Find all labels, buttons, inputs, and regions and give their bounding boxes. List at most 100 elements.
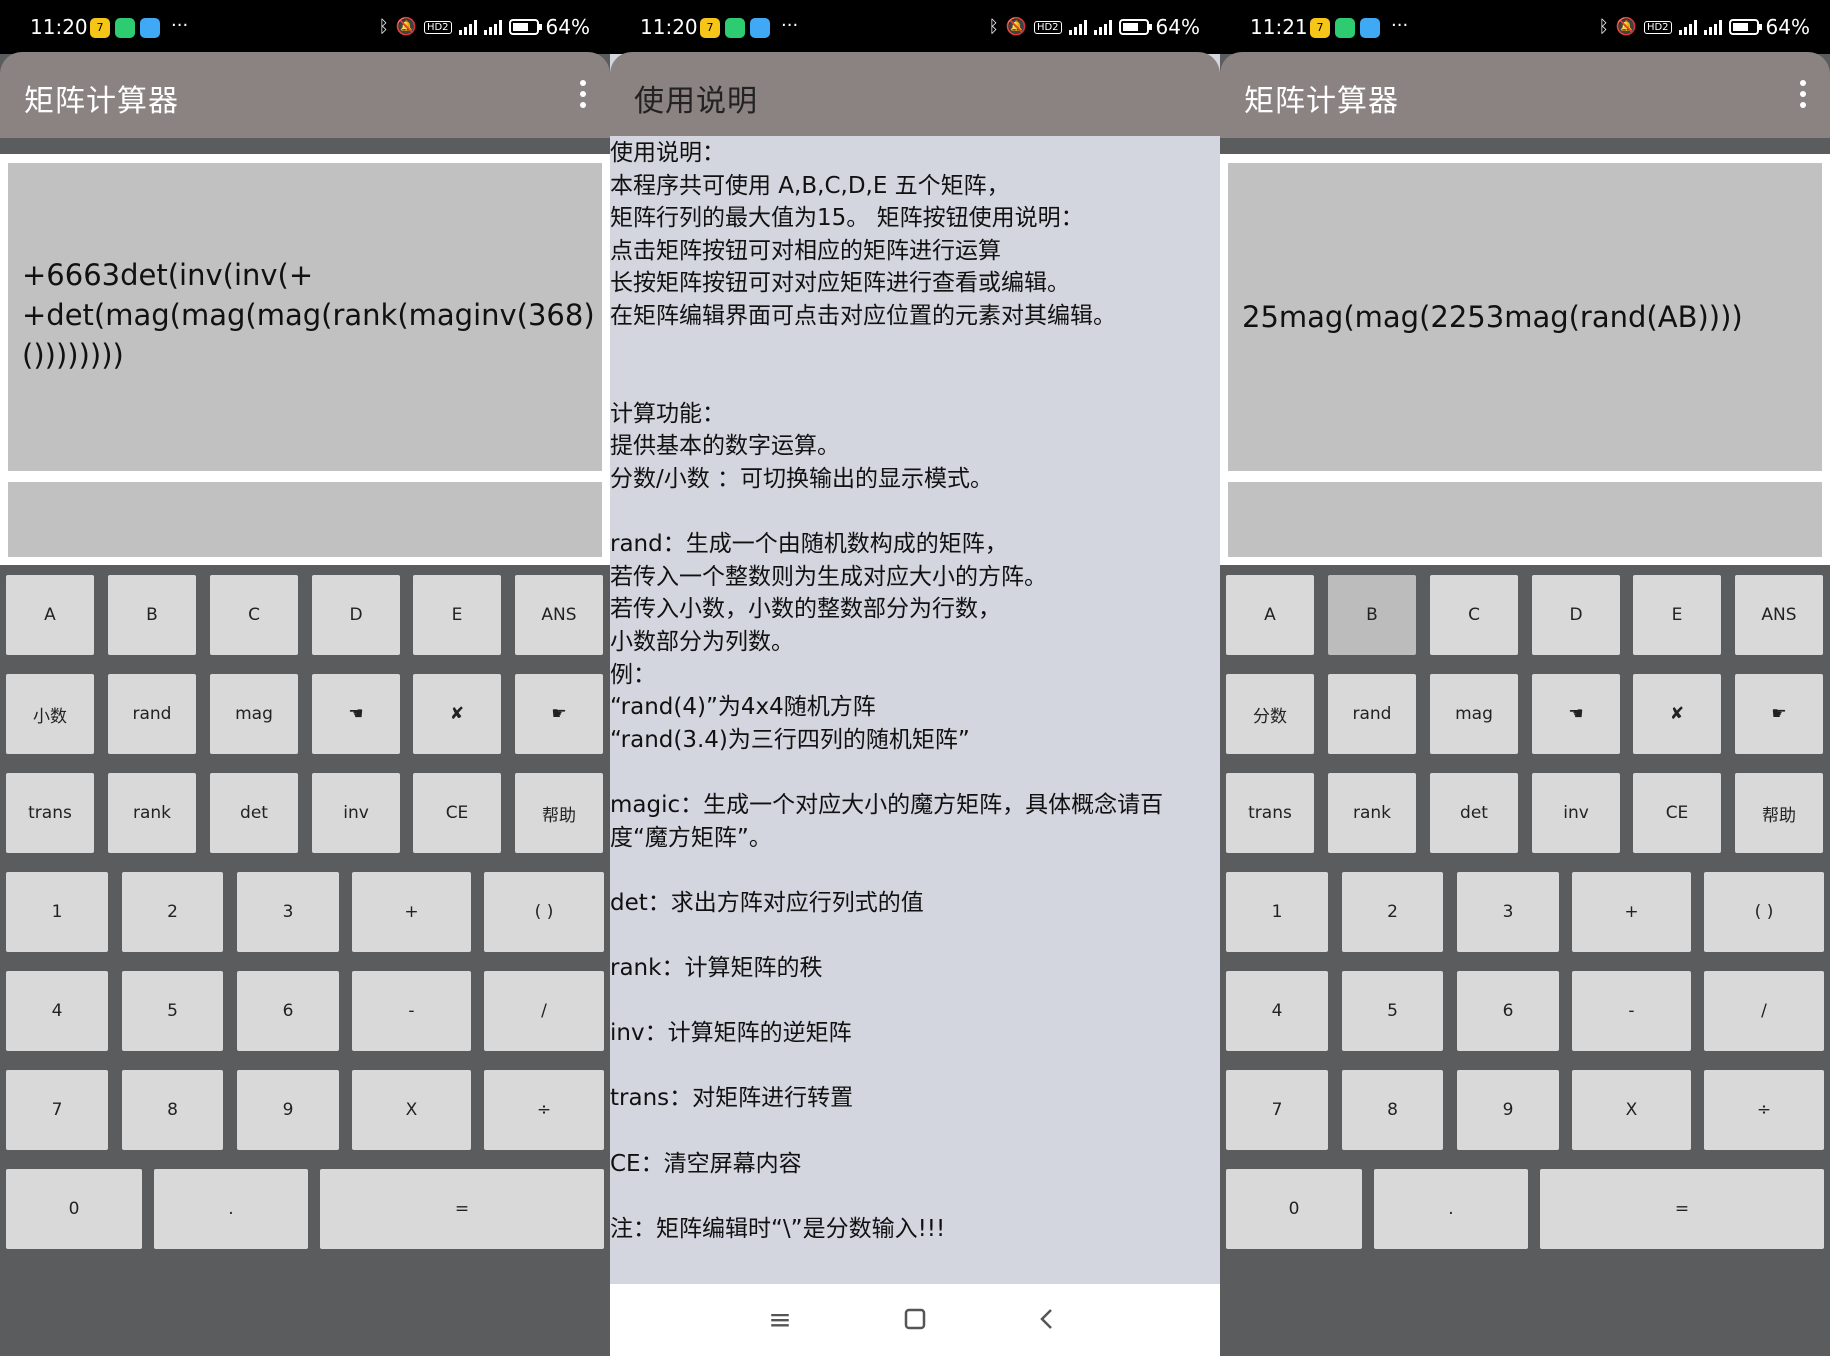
clear-key[interactable]: CE [413, 773, 501, 853]
trans-key[interactable]: trans [1226, 773, 1314, 853]
help-key[interactable]: 帮助 [515, 773, 603, 853]
mag-key[interactable]: mag [210, 674, 298, 754]
cursor-right-key[interactable]: ☛ [1735, 674, 1823, 754]
status-right: ᛒ 🔕 HD2 64% [989, 15, 1200, 39]
digit-2-key[interactable]: 2 [122, 872, 223, 952]
plus-key[interactable]: + [1572, 872, 1691, 952]
rank-key[interactable]: rank [108, 773, 196, 853]
minus-key[interactable]: - [1572, 971, 1691, 1051]
digit-4-key[interactable]: 4 [1226, 971, 1328, 1051]
matrix-e-key[interactable]: E [413, 575, 501, 655]
more-notifications-icon: ··· [1391, 15, 1409, 36]
det-key[interactable]: det [1430, 773, 1518, 853]
rand-key[interactable]: rand [1328, 674, 1416, 754]
digit-4-key[interactable]: 4 [6, 971, 108, 1051]
digit-9-key[interactable]: 9 [237, 1070, 339, 1150]
digit-1-key[interactable]: 1 [6, 872, 108, 952]
decimal-point-key[interactable]: . [1374, 1169, 1528, 1249]
equals-key[interactable]: = [1540, 1169, 1824, 1249]
help-text-line: 提供基本的数字运算。 [610, 433, 840, 459]
help-key[interactable]: 帮助 [1735, 773, 1823, 853]
matrix-b-key[interactable]: B [108, 575, 196, 655]
expression-text: 25mag(mag(2253mag(rand(AB)))) [1242, 300, 1743, 334]
matrix-c-key[interactable]: C [1430, 575, 1518, 655]
equals-key[interactable]: = [320, 1169, 604, 1249]
app-title: 矩阵计算器 [1244, 84, 1399, 119]
cursor-left-key[interactable]: ☚ [1532, 674, 1620, 754]
fraction-mode-key[interactable]: 分数 [1226, 674, 1314, 754]
digit-3-key[interactable]: 3 [237, 872, 339, 952]
help-text-line: 使用说明： [610, 140, 725, 166]
clear-key[interactable]: CE [1633, 773, 1721, 853]
matrix-d-key[interactable]: D [1532, 575, 1620, 655]
delete-key[interactable]: ✘ [413, 674, 501, 754]
app-bar: 使用说明 [610, 52, 1220, 136]
trans-key[interactable]: trans [6, 773, 94, 853]
battery-percent: 64% [545, 15, 590, 39]
multiply-key[interactable]: X [352, 1070, 471, 1150]
expression-display[interactable]: 25mag(mag(2253mag(rand(AB)))) [1228, 163, 1822, 525]
multiply-key[interactable]: X [1572, 1070, 1691, 1150]
matrix-c-key[interactable]: C [210, 575, 298, 655]
matrix-a-key[interactable]: A [6, 575, 94, 655]
help-text-line: rank：计算矩阵的秩 [610, 955, 823, 981]
rand-key[interactable]: rand [108, 674, 196, 754]
help-text-line: CE：清空屏幕内容 [610, 1151, 802, 1177]
overflow-menu-icon[interactable] [1798, 80, 1808, 108]
parentheses-key[interactable]: ( ) [484, 872, 604, 952]
mag-key[interactable]: mag [1430, 674, 1518, 754]
app-notification-icon [1335, 18, 1355, 38]
result-display [1228, 482, 1822, 557]
inv-key[interactable]: inv [312, 773, 400, 853]
overflow-menu-icon[interactable] [578, 80, 588, 108]
status-right: ᛒ 🔕 HD2 64% [379, 15, 590, 39]
plus-key[interactable]: + [352, 872, 471, 952]
digit-0-key[interactable]: 0 [1226, 1169, 1362, 1249]
divide-key[interactable]: ÷ [1704, 1070, 1824, 1150]
digit-6-key[interactable]: 6 [1457, 971, 1559, 1051]
help-text-line: 若传入小数，小数的整数部分为行数， [610, 596, 1001, 622]
home-icon[interactable] [900, 1304, 930, 1334]
decimal-point-key[interactable]: . [154, 1169, 308, 1249]
help-text-line: 长按矩阵按钮可对对应矩阵进行查看或编辑。 [610, 270, 1070, 296]
back-icon[interactable] [1032, 1304, 1062, 1334]
digit-5-key[interactable]: 5 [1342, 971, 1443, 1051]
help-text-line: 在矩阵编辑界面可点击对应位置的元素对其编辑。 [610, 303, 1116, 329]
ans-key[interactable]: ANS [515, 575, 603, 655]
digit-0-key[interactable]: 0 [6, 1169, 142, 1249]
cursor-right-key[interactable]: ☛ [515, 674, 603, 754]
digit-1-key[interactable]: 1 [1226, 872, 1328, 952]
matrix-d-key[interactable]: D [312, 575, 400, 655]
digit-8-key[interactable]: 8 [122, 1070, 223, 1150]
app-notification-icon [115, 18, 135, 38]
matrix-b-key[interactable]: B [1328, 575, 1416, 655]
digit-7-key[interactable]: 7 [6, 1070, 108, 1150]
fraction-key[interactable]: / [1704, 971, 1824, 1051]
cursor-left-key[interactable]: ☚ [312, 674, 400, 754]
recent-apps-icon[interactable]: ≡ [765, 1303, 795, 1336]
inv-key[interactable]: inv [1532, 773, 1620, 853]
help-text-line: 点击矩阵按钮可对相应的矩阵进行运算 [610, 238, 1001, 264]
divide-key[interactable]: ÷ [484, 1070, 604, 1150]
digit-2-key[interactable]: 2 [1342, 872, 1443, 952]
digit-8-key[interactable]: 8 [1342, 1070, 1443, 1150]
app-title: 矩阵计算器 [24, 84, 179, 119]
delete-key[interactable]: ✘ [1633, 674, 1721, 754]
det-key[interactable]: det [210, 773, 298, 853]
parentheses-key[interactable]: ( ) [1704, 872, 1824, 952]
app-notification-icon [140, 18, 160, 38]
app-notification-icon: 7 [90, 18, 110, 38]
minus-key[interactable]: - [352, 971, 471, 1051]
rank-key[interactable]: rank [1328, 773, 1416, 853]
digit-7-key[interactable]: 7 [1226, 1070, 1328, 1150]
digit-3-key[interactable]: 3 [1457, 872, 1559, 952]
matrix-e-key[interactable]: E [1633, 575, 1721, 655]
ans-key[interactable]: ANS [1735, 575, 1823, 655]
fraction-key[interactable]: / [484, 971, 604, 1051]
digit-6-key[interactable]: 6 [237, 971, 339, 1051]
digit-9-key[interactable]: 9 [1457, 1070, 1559, 1150]
matrix-a-key[interactable]: A [1226, 575, 1314, 655]
expression-display[interactable]: +6663det(inv(inv(+ +det(mag(mag(mag(rank… [8, 163, 602, 471]
digit-5-key[interactable]: 5 [122, 971, 223, 1051]
decimal-mode-key[interactable]: 小数 [6, 674, 94, 754]
